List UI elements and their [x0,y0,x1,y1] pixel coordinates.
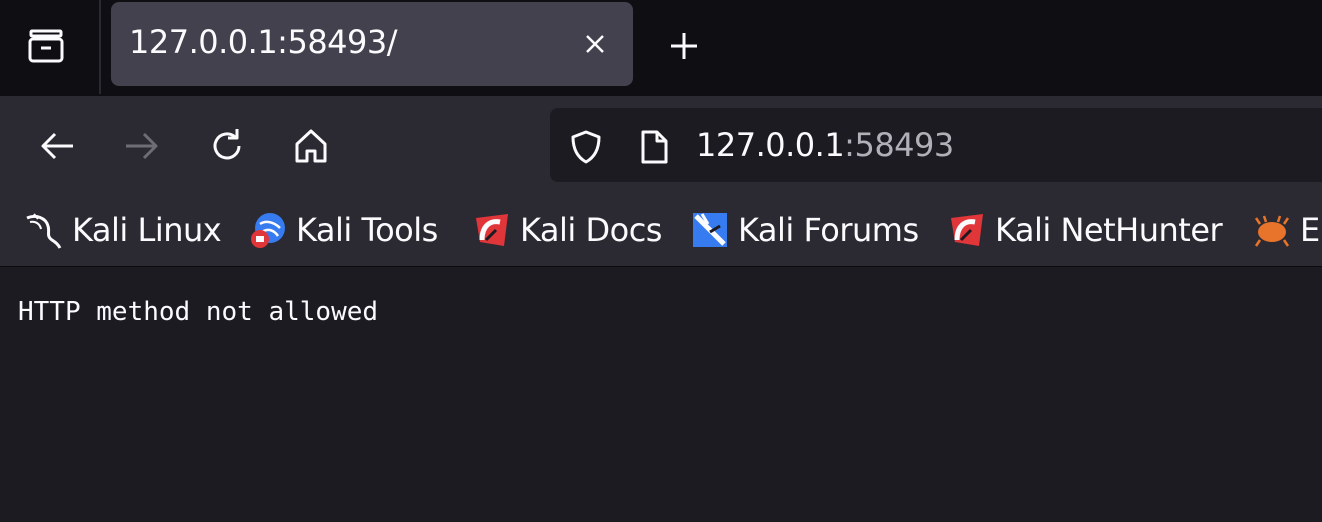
back-arrow-icon [41,132,73,160]
bookmark-label: Kali Docs [520,211,662,249]
forward-arrow-icon [126,132,158,160]
bookmark-label: Kali Linux [72,211,222,249]
bookmark-label: Kali Tools [296,211,438,249]
url-bar[interactable]: 127.0.0.1:58493 [550,108,1322,182]
url-host: 127.0.0.1 [696,126,845,164]
bookmark-exploit-db[interactable]: E [1252,208,1320,252]
home-button[interactable] [287,122,335,170]
error-message: HTTP method not allowed [18,297,379,327]
back-button[interactable] [33,122,81,170]
bookmark-label: E [1300,211,1320,249]
site-info-button[interactable] [636,129,672,165]
tab-overview-icon [28,29,64,63]
bookmark-kali-nethunter[interactable]: Kali NetHunter [947,208,1223,252]
tab-title: 127.0.0.1:58493/ [129,23,398,61]
kali-tools-icon [248,210,288,250]
kali-docs-icon [472,210,512,250]
tab-separator [99,0,101,94]
plus-icon [671,33,697,59]
url-port: :58493 [844,126,954,164]
bookmark-kali-tools[interactable]: Kali Tools [248,208,438,252]
page-content: HTTP method not allowed [0,267,1322,522]
bookmark-label: Kali Forums [738,211,919,249]
reload-icon [213,129,241,160]
tab-close-button[interactable] [579,28,611,60]
kali-dragon-icon [24,210,64,250]
shield-icon [571,130,601,164]
home-icon [295,129,327,163]
close-icon [586,35,604,53]
tab-strip: 127.0.0.1:58493/ [0,0,1322,96]
navigation-toolbar: 127.0.0.1:58493 [0,96,1322,196]
new-tab-button[interactable] [664,26,704,66]
reload-button[interactable] [203,122,251,170]
page-icon [641,130,668,164]
tab-active[interactable]: 127.0.0.1:58493/ [111,2,633,86]
bookmark-kali-linux[interactable]: Kali Linux [24,208,222,252]
list-all-tabs-button[interactable] [22,24,72,68]
forward-button[interactable] [118,122,166,170]
bookmarks-toolbar: Kali Linux Kali Tools Kali Docs Kali For… [0,196,1322,267]
kali-forums-icon [690,210,730,250]
bookmark-label: Kali NetHunter [995,211,1223,249]
bookmark-kali-docs[interactable]: Kali Docs [472,208,662,252]
bookmark-kali-forums[interactable]: Kali Forums [690,208,919,252]
url-text[interactable]: 127.0.0.1:58493 [696,126,954,164]
tracking-protection-button[interactable] [568,129,604,165]
exploit-db-icon [1252,210,1292,250]
kali-nethunter-icon [947,210,987,250]
